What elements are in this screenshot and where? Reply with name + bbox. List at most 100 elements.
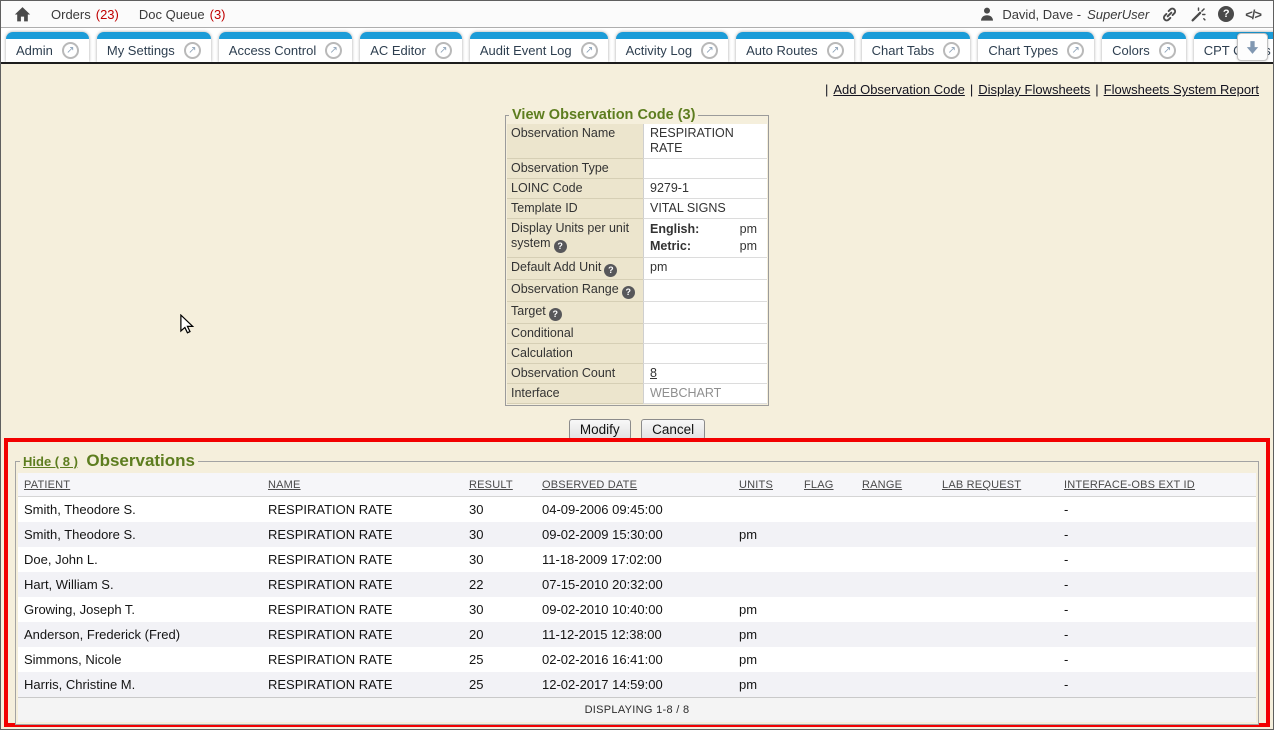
cell-range [856, 622, 936, 647]
cell-flag [798, 672, 856, 698]
tab-activity-log[interactable]: Activity Log↗ [616, 32, 728, 62]
field-row-default-add-unit: Default Add Unit?pm [507, 258, 767, 280]
cell-result: 30 [463, 547, 536, 572]
user-role: SuperUser [1087, 7, 1149, 22]
cell-observed-date: 04-09-2006 09:45:00 [536, 497, 733, 523]
link-display-flowsheets[interactable]: Display Flowsheets [978, 82, 1090, 97]
tab-auto-routes[interactable]: Auto Routes↗ [736, 32, 854, 62]
cell-units [733, 497, 798, 523]
home-icon[interactable] [13, 5, 31, 23]
cell-lab-request [936, 572, 1058, 597]
orders-count-badge: (23) [96, 7, 119, 22]
col-header-lab-request[interactable]: LAB REQUEST [936, 473, 1058, 497]
col-header-patient[interactable]: PATIENT [18, 473, 262, 497]
cell-lab-request [936, 672, 1058, 698]
col-header-observed-date[interactable]: OBSERVED DATE [536, 473, 733, 497]
link-separator: | [825, 82, 828, 97]
link-icon[interactable] [1160, 5, 1178, 23]
cell-result: 20 [463, 622, 536, 647]
help-icon[interactable]: ? [554, 240, 567, 253]
cell-range [856, 522, 936, 547]
tab-admin[interactable]: Admin ↗ [6, 32, 89, 62]
cell-patient: Anderson, Frederick (Fred) [18, 622, 262, 647]
popout-icon[interactable]: ↗ [581, 42, 598, 59]
popout-icon[interactable]: ↗ [435, 42, 452, 59]
doc-queue-count-badge: (3) [210, 7, 226, 22]
nav-doc-queue[interactable]: Doc Queue (3) [139, 7, 226, 22]
cell-units: pm [733, 672, 798, 698]
col-header-units[interactable]: UNITS [733, 473, 798, 497]
help-icon[interactable]: ? [604, 264, 617, 277]
tab-overflow-button[interactable] [1237, 33, 1268, 61]
tab-chart-types[interactable]: Chart Types↗ [978, 32, 1094, 62]
field-row-observation-type: Observation Type [507, 159, 767, 179]
help-icon[interactable]: ? [549, 308, 562, 321]
popout-icon[interactable]: ↗ [701, 42, 718, 59]
table-row: Smith, Theodore S.RESPIRATION RATE3009-0… [18, 522, 1256, 547]
link-add-observation-code[interactable]: Add Observation Code [833, 82, 965, 97]
popout-icon[interactable]: ↗ [1159, 42, 1176, 59]
popout-icon[interactable]: ↗ [325, 42, 342, 59]
cell-result: 25 [463, 672, 536, 698]
tab-access-control[interactable]: Access Control↗ [219, 32, 352, 62]
cell-lab-request [936, 622, 1058, 647]
cell-patient: Simmons, Nicole [18, 647, 262, 672]
observations-highlight-box: Hide ( 8 ) Observations PATIENTNAMERESUL… [4, 438, 1270, 727]
cell-lab-request [936, 497, 1058, 523]
tab-label: Audit Event Log [480, 43, 572, 58]
tab-chart-tabs[interactable]: Chart Tabs ↗ [862, 32, 971, 62]
observations-panel: Hide ( 8 ) Observations PATIENTNAMERESUL… [15, 451, 1259, 725]
popout-icon[interactable]: ↗ [184, 42, 201, 59]
field-value: VITAL SIGNS [643, 199, 767, 219]
popout-icon[interactable]: ↗ [62, 42, 79, 59]
popout-icon[interactable]: ↗ [943, 42, 960, 59]
tab-audit-event-log[interactable]: Audit Event Log ↗ [470, 32, 608, 62]
nav-orders-label[interactable]: Orders [51, 7, 91, 22]
tab-label: Admin [16, 43, 53, 58]
cell-flag [798, 622, 856, 647]
cell-range [856, 497, 936, 523]
cell-result: 25 [463, 647, 536, 672]
cell-interface-obs-ext-id: - [1058, 672, 1256, 698]
tab-ac-editor[interactable]: AC Editor↗ [360, 32, 462, 62]
cell-flag [798, 647, 856, 672]
col-header-range[interactable]: RANGE [856, 473, 936, 497]
col-header-flag[interactable]: FLAG [798, 473, 856, 497]
cell-interface-obs-ext-id: - [1058, 497, 1256, 523]
field-value[interactable]: 8 [643, 364, 767, 384]
field-label: Observation Range? [507, 280, 643, 302]
field-value: WEBCHART [643, 384, 767, 404]
link-separator: | [970, 82, 973, 97]
user-name: David, Dave - [1002, 7, 1081, 22]
cell-units: pm [733, 597, 798, 622]
cancel-button[interactable]: Cancel [641, 419, 705, 440]
help-icon[interactable]: ? [1218, 6, 1234, 22]
table-row: Harris, Christine M.RESPIRATION RATE2512… [18, 672, 1256, 698]
cell-interface-obs-ext-id: - [1058, 572, 1256, 597]
col-header-name[interactable]: NAME [262, 473, 463, 497]
cell-observed-date: 11-12-2015 12:38:00 [536, 622, 733, 647]
help-icon[interactable]: ? [622, 286, 635, 299]
popout-icon[interactable]: ↗ [827, 42, 844, 59]
nav-doc-queue-label[interactable]: Doc Queue [139, 7, 205, 22]
tab-my-settings[interactable]: My Settings↗ [97, 32, 211, 62]
wand-icon[interactable] [1189, 5, 1207, 23]
cell-units: pm [733, 622, 798, 647]
modify-button[interactable]: Modify [569, 419, 631, 440]
user-menu[interactable]: David, Dave - SuperUser [978, 5, 1149, 23]
tab-label: Chart Tabs [872, 43, 935, 58]
cell-patient: Hart, William S. [18, 572, 262, 597]
code-icon[interactable]: </> [1245, 7, 1261, 22]
link-flowsheets-system-report[interactable]: Flowsheets System Report [1104, 82, 1259, 97]
cell-observed-date: 02-02-2016 16:41:00 [536, 647, 733, 672]
nav-orders[interactable]: Orders (23) [51, 7, 119, 22]
cell-range [856, 672, 936, 698]
col-header-interface-obs-ext-id[interactable]: INTERFACE-OBS EXT ID [1058, 473, 1256, 497]
hide-link[interactable]: Hide ( 8 ) [23, 454, 78, 469]
col-header-result[interactable]: RESULT [463, 473, 536, 497]
tab-colors[interactable]: Colors↗ [1102, 32, 1186, 62]
cell-name: RESPIRATION RATE [262, 622, 463, 647]
cell-result: 22 [463, 572, 536, 597]
popout-icon[interactable]: ↗ [1067, 42, 1084, 59]
field-value: pm [643, 258, 767, 280]
